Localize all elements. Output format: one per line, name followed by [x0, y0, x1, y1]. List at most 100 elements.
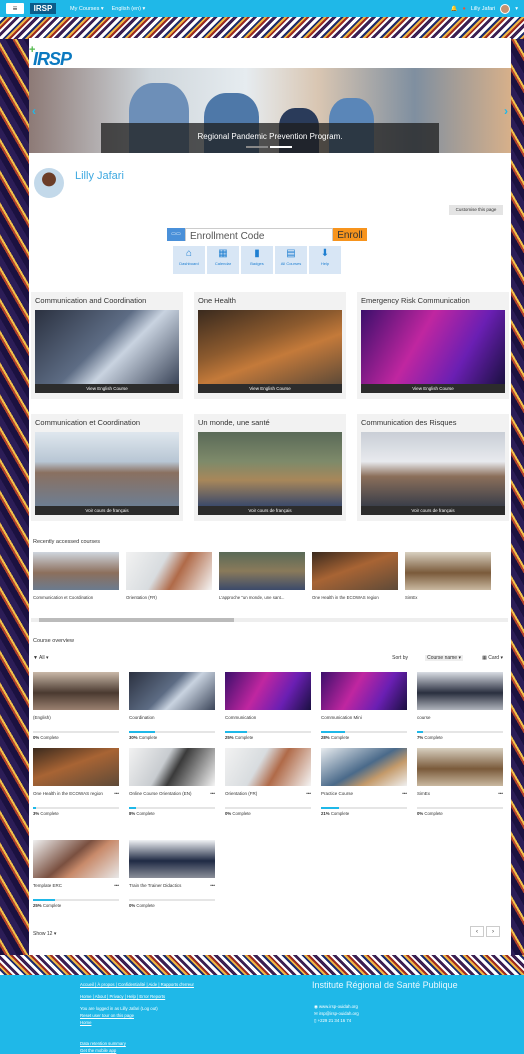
course-card[interactable]: Train the Trainer Didactics ••• 0% Complet… — [129, 840, 215, 910]
course-card[interactable]: Online Course Orientation (EN) ••• 8% Comp… — [129, 748, 215, 818]
my-courses-menu[interactable]: My Courses ▾ — [70, 6, 104, 12]
website-link[interactable]: www.irsp-ouidah.org — [319, 1004, 358, 1009]
progress-bar — [321, 807, 407, 809]
more-icon[interactable]: ••• — [306, 791, 311, 796]
globe-icon: ◉ — [314, 1004, 318, 1009]
page-size-select[interactable]: Show 12 ▾ — [33, 931, 56, 937]
footer: Accueil | À propos | Confidentialité | A… — [0, 975, 524, 1054]
featured-courses-english: Communication and Coordination View Engl… — [31, 292, 510, 399]
course-card[interactable]: One Health in the ECOWAS region ••• 3% Com… — [33, 748, 119, 818]
recent-course-card[interactable]: One Health in the ECOWAS region — [312, 552, 398, 600]
sort-label: Sort by — [392, 655, 408, 661]
badges-shortcut[interactable]: ▮ Badges — [241, 246, 273, 274]
user-menu-caret[interactable]: ▾ — [515, 6, 518, 12]
course-image — [35, 432, 179, 506]
carousel-next-button[interactable]: › — [504, 104, 508, 118]
footer-links-fr[interactable]: Accueil | À propos | Confidentialité | A… — [80, 982, 194, 987]
recent-course-card[interactable]: SimEx — [405, 552, 491, 600]
hero-carousel: ‹ › Regional Pandemic Prevention Program… — [29, 68, 511, 153]
email-link[interactable]: irsp@irsp-ouidah.org — [319, 1011, 359, 1016]
calendar-shortcut[interactable]: ▦ Calendar — [207, 246, 239, 274]
recent-courses-list: Communication et Coordination Orientatio… — [33, 552, 491, 600]
recent-courses-title: Recently accessed courses — [33, 539, 100, 545]
recent-course-card[interactable]: Orientation (FR) — [126, 552, 212, 600]
course-card-row: Template ERC ••• 25% Complete Train the Tr… — [33, 840, 215, 910]
site-logo[interactable]: IRSP — [30, 3, 56, 14]
course-image — [361, 310, 505, 384]
message-icon[interactable]: ● — [462, 6, 465, 12]
featured-courses-french: Communication et Coordination Voir cours… — [31, 414, 510, 521]
menu-toggle-button[interactable]: ≡ — [6, 3, 24, 14]
course-image — [361, 432, 505, 506]
more-icon[interactable]: ••• — [114, 791, 119, 796]
course-card[interactable]: SimEx ••• 0% Complete — [417, 748, 503, 818]
view-course-button[interactable]: View English Course — [198, 384, 342, 393]
recent-course-card[interactable]: Communication et Coordination — [33, 552, 119, 600]
progress-bar — [417, 807, 503, 809]
course-card[interactable]: Coordination 30% Complete — [129, 672, 215, 742]
dashboard-shortcut[interactable]: ⌂ Dashboard — [173, 246, 205, 274]
progress-bar — [33, 807, 119, 809]
enrollment-code-input[interactable]: Enrollment Code — [185, 228, 333, 241]
progress-bar — [129, 899, 215, 901]
more-icon[interactable]: ••• — [210, 883, 215, 888]
calendar-icon: ▦ — [218, 248, 228, 259]
view-course-button[interactable]: Voir cours de français — [198, 506, 342, 515]
institute-name: Institute Régional de Santé Publique — [312, 980, 458, 990]
logged-in-text[interactable]: You are logged in as Lilly Jafari (Log o… — [80, 1006, 158, 1011]
decorative-banner-top — [0, 17, 524, 39]
reset-tour-link[interactable]: Reset user tour on this page — [80, 1013, 134, 1018]
more-icon[interactable]: ••• — [114, 883, 119, 888]
view-course-button[interactable]: View English Course — [361, 384, 505, 393]
progress-bar — [225, 731, 311, 733]
help-shortcut[interactable]: ⬇ Help — [309, 246, 341, 274]
next-page-button[interactable]: › — [486, 926, 500, 937]
view-course-button[interactable]: Voir cours de français — [361, 506, 505, 515]
course-card[interactable]: Practice Course ••• 21% Complete — [321, 748, 407, 818]
progress-bar — [225, 807, 311, 809]
course-image — [198, 310, 342, 384]
progress-bar — [33, 899, 119, 901]
featured-course-card: One Health View English Course — [194, 292, 346, 399]
course-card[interactable]: course 7% Complete — [417, 672, 503, 742]
view-course-button[interactable]: Voir cours de français — [35, 506, 179, 515]
course-card[interactable]: Orientation (FR) ••• 0% Complete — [225, 748, 311, 818]
more-icon[interactable]: ••• — [210, 791, 215, 796]
view-course-button[interactable]: View English Course — [35, 384, 179, 393]
progress-bar — [321, 731, 407, 733]
course-card[interactable]: Template ERC ••• 25% Complete — [33, 840, 119, 910]
sort-dropdown[interactable]: Course name ▾ — [425, 655, 463, 661]
recent-scrollbar[interactable] — [31, 618, 508, 622]
more-icon[interactable]: ••• — [498, 791, 503, 796]
footer-links-en[interactable]: Home | About | Privacy | Help | Error Re… — [80, 994, 165, 999]
customise-page-button[interactable]: Customise this page — [449, 205, 503, 215]
course-card[interactable]: (English) 0% Complete — [33, 672, 119, 742]
course-image — [35, 310, 179, 384]
carousel-indicators[interactable] — [246, 146, 292, 148]
bookmark-icon: ▮ — [254, 248, 260, 259]
bell-icon[interactable]: 🔔 — [451, 6, 458, 12]
recent-course-card[interactable]: L'approche "un monde, une sant... — [219, 552, 305, 600]
avatar[interactable] — [500, 3, 511, 14]
data-retention-link[interactable]: Data retention summary — [80, 1041, 126, 1046]
course-image — [198, 432, 342, 506]
all-courses-shortcut[interactable]: ▤ All Courses — [275, 246, 307, 274]
home-link[interactable]: Home — [80, 1020, 91, 1025]
filter-dropdown[interactable]: ▼ All ▾ — [33, 655, 49, 661]
featured-course-card: Communication des Risques Voir cours de … — [357, 414, 509, 521]
more-icon[interactable]: ••• — [402, 791, 407, 796]
carousel-prev-button[interactable]: ‹ — [32, 104, 36, 118]
course-card[interactable]: Communication 25% Complete — [225, 672, 311, 742]
featured-course-card: Communication et Coordination Voir cours… — [31, 414, 183, 521]
course-card[interactable]: Communication Mini 28% Complete — [321, 672, 407, 742]
home-icon: ⌂ — [185, 248, 193, 259]
enroll-button[interactable]: Enroll — [333, 228, 367, 241]
carousel-caption: Regional Pandemic Prevention Program. — [101, 123, 439, 153]
view-dropdown[interactable]: ▦ Card ▾ — [482, 655, 503, 661]
top-navbar: ≡ IRSP My Courses ▾ English (en) ▾ 🔔 ● L… — [0, 0, 524, 17]
pagination: ‹ › — [470, 926, 500, 937]
user-name[interactable]: Lilly Jafari — [471, 6, 495, 12]
language-menu[interactable]: English (en) ▾ — [112, 6, 146, 12]
prev-page-button[interactable]: ‹ — [470, 926, 484, 937]
mobile-app-link[interactable]: Get the mobile app — [80, 1048, 116, 1053]
